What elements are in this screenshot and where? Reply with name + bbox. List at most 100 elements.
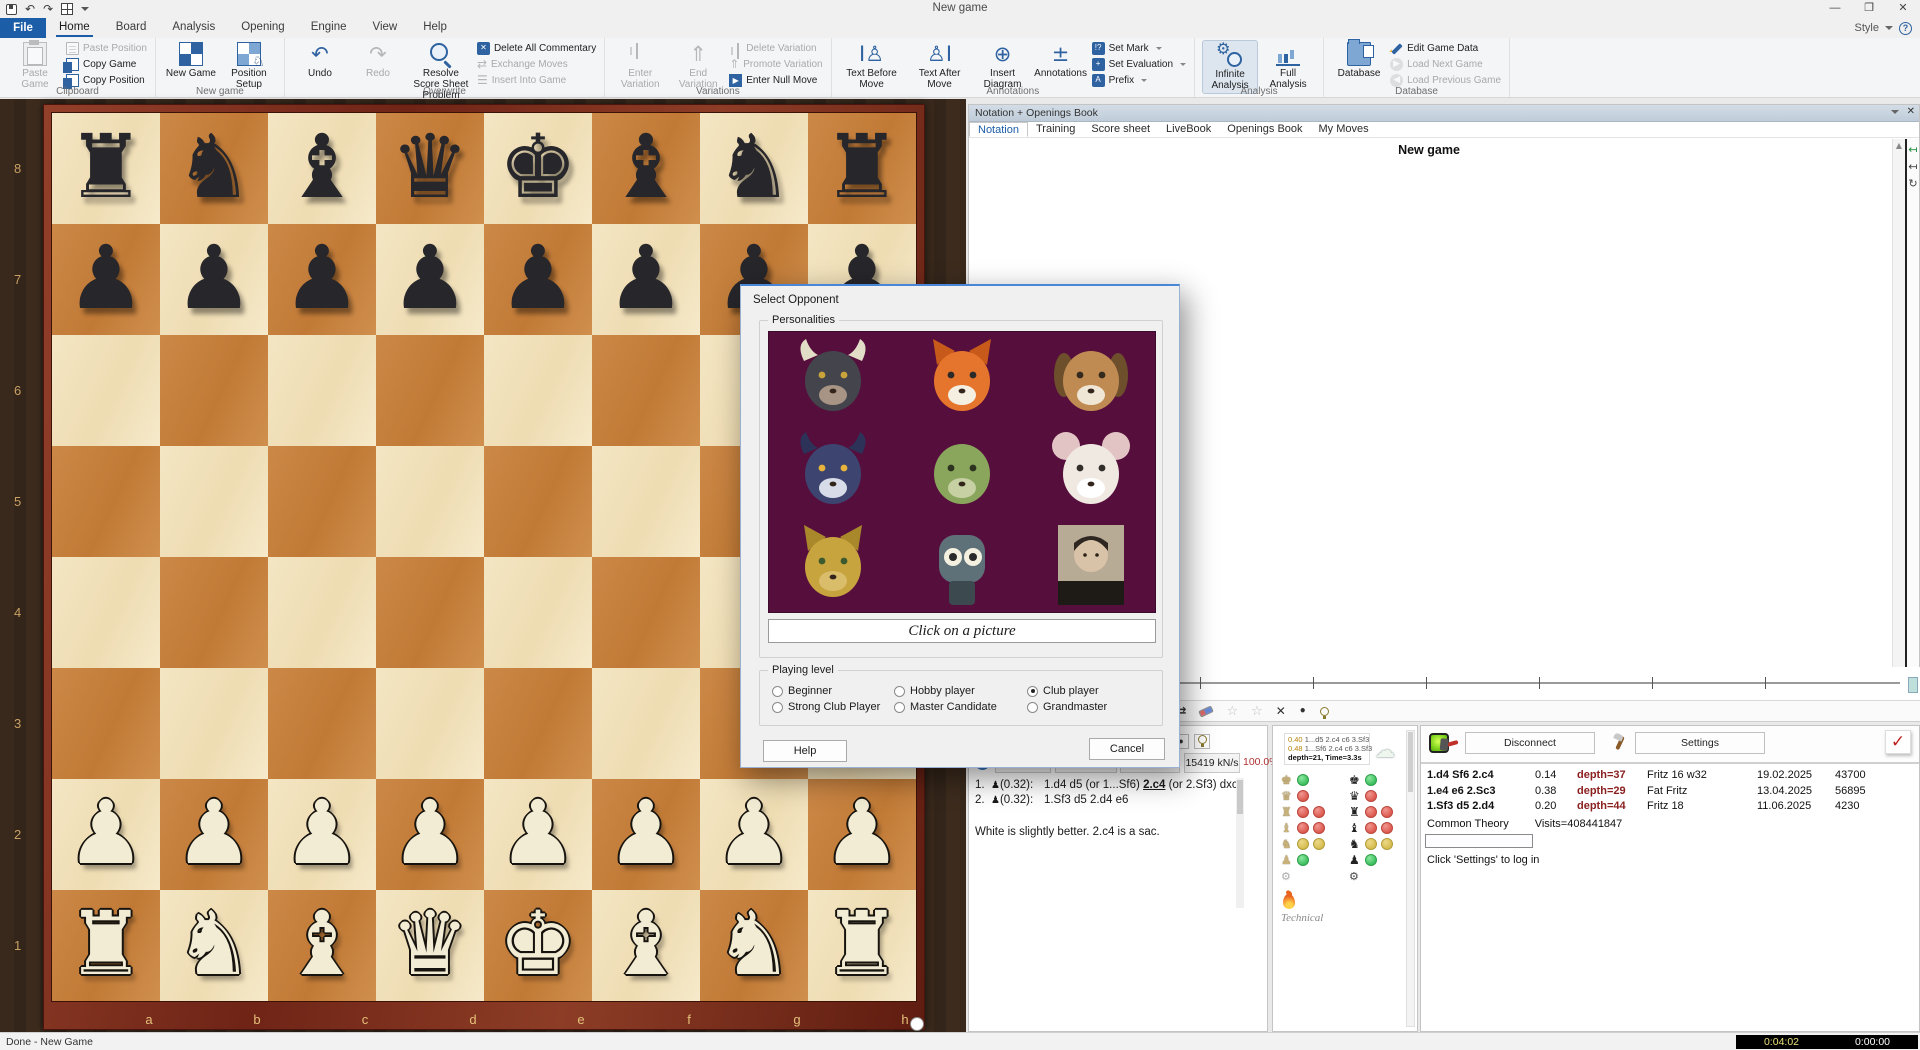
- square-e6[interactable]: [484, 335, 592, 446]
- delete-annotation-icon[interactable]: ✕: [1276, 704, 1286, 718]
- ribbon-button-text-after-move[interactable]: ♙IText After Move: [907, 40, 973, 92]
- square-f3[interactable]: [592, 668, 700, 779]
- ribbon-button-undo[interactable]: ↶Undo: [292, 40, 348, 81]
- square-c5[interactable]: [268, 446, 376, 557]
- black-piece[interactable]: ♟: [376, 224, 484, 332]
- star-plus-icon[interactable]: ☆: [1251, 704, 1263, 719]
- square-e5[interactable]: [484, 446, 592, 557]
- square-c1[interactable]: ♝: [268, 890, 376, 1001]
- tab-livebook[interactable]: LiveBook: [1158, 122, 1219, 137]
- close-button[interactable]: ✕: [1886, 0, 1920, 17]
- menu-tab-view[interactable]: View: [360, 18, 411, 38]
- ribbon-button-enter-variation[interactable]: Enter Variation: [612, 40, 668, 92]
- square-a5[interactable]: [52, 446, 160, 557]
- square-g1[interactable]: ♞: [700, 890, 808, 1001]
- style-selector[interactable]: Style ?: [1855, 18, 1912, 38]
- ribbon-button-delete-variation[interactable]: Delete Variation: [729, 41, 822, 56]
- takeback-arrow-icon[interactable]: ↤: [1907, 143, 1919, 156]
- square-f2[interactable]: ♟: [592, 779, 700, 890]
- piece-pane-scrollbar[interactable]: [1406, 730, 1415, 1027]
- rotate-icon[interactable]: ↻: [1907, 177, 1919, 190]
- black-piece[interactable]: ♝: [592, 113, 700, 221]
- black-piece[interactable]: ♟: [484, 224, 592, 332]
- ribbon-button-edit-game-data[interactable]: Edit Game Data: [1390, 41, 1501, 56]
- menu-tab-board[interactable]: Board: [103, 18, 160, 38]
- white-piece[interactable]: ♟: [484, 779, 592, 887]
- ribbon-button-paste-position[interactable]: Paste Position: [66, 41, 147, 56]
- square-d1[interactable]: ♛: [376, 890, 484, 1001]
- square-c2[interactable]: ♟: [268, 779, 376, 890]
- black-piece[interactable]: ♜: [808, 113, 916, 221]
- minimize-button[interactable]: —: [1818, 0, 1852, 17]
- white-piece[interactable]: ♝: [592, 890, 700, 998]
- ribbon-button-paste-game[interactable]: Paste Game: [7, 40, 63, 92]
- engine-scrollbar[interactable]: [1236, 778, 1244, 908]
- square-b2[interactable]: ♟: [160, 779, 268, 890]
- square-a1[interactable]: ♜: [52, 890, 160, 1001]
- square-e3[interactable]: [484, 668, 592, 779]
- square-b4[interactable]: [160, 557, 268, 668]
- square-g2[interactable]: ♟: [700, 779, 808, 890]
- ribbon-button-full-analysis[interactable]: Full Analysis: [1260, 40, 1316, 92]
- tab-training[interactable]: Training: [1028, 122, 1083, 137]
- white-piece[interactable]: ♟: [52, 779, 160, 887]
- avatar-gentleman[interactable]: [1048, 521, 1134, 609]
- white-piece[interactable]: ♞: [700, 890, 808, 998]
- square-d2[interactable]: ♟: [376, 779, 484, 890]
- notation-scrollbar[interactable]: ▲: [1892, 139, 1905, 719]
- black-piece[interactable]: ♞: [160, 113, 268, 221]
- black-piece[interactable]: ♟: [592, 224, 700, 332]
- star-icon[interactable]: ☆: [1226, 704, 1238, 719]
- file-menu-button[interactable]: File: [0, 18, 46, 38]
- tab-score-sheet[interactable]: Score sheet: [1083, 122, 1158, 137]
- white-piece[interactable]: ♛: [376, 890, 484, 998]
- square-a8[interactable]: ♜: [52, 113, 160, 224]
- livebook-move-table[interactable]: 1.d4 Sf6 2.c40.14depth=37Fritz 16 w3219.…: [1427, 768, 1895, 815]
- ribbon-button-promote-variation[interactable]: ⇑Promote Variation: [729, 57, 822, 72]
- avatar-fox[interactable]: [919, 335, 1005, 423]
- black-piece[interactable]: ♟: [52, 224, 160, 332]
- engine-line[interactable]: 2.♟ (0.32):1.Sf3 d5 2.d4 e6: [969, 793, 1237, 808]
- radio-icon[interactable]: [1027, 702, 1038, 713]
- square-a7[interactable]: ♟: [52, 224, 160, 335]
- help-icon[interactable]: ?: [1899, 22, 1912, 35]
- square-d3[interactable]: [376, 668, 484, 779]
- black-piece[interactable]: ♞: [700, 113, 808, 221]
- white-piece[interactable]: ♜: [808, 890, 916, 998]
- radio-hobby-player[interactable]: Hobby player: [894, 683, 1027, 699]
- square-b1[interactable]: ♞: [160, 890, 268, 1001]
- ribbon-button-position-setup[interactable]: Position Setup: [221, 40, 277, 92]
- square-h1[interactable]: ♜: [808, 890, 916, 1001]
- black-piece[interactable]: ♟: [268, 224, 376, 332]
- radio-master-candidate[interactable]: Master Candidate: [894, 699, 1027, 715]
- radio-icon[interactable]: [772, 686, 783, 697]
- square-c7[interactable]: ♟: [268, 224, 376, 335]
- square-d8[interactable]: ♛: [376, 113, 484, 224]
- black-piece[interactable]: ♝: [268, 113, 376, 221]
- white-piece[interactable]: ♟: [268, 779, 376, 887]
- menu-tab-help[interactable]: Help: [410, 18, 460, 38]
- eraser-icon[interactable]: [1199, 705, 1215, 717]
- chevron-down-icon[interactable]: [1180, 63, 1186, 66]
- white-piece[interactable]: ♟: [700, 779, 808, 887]
- square-b6[interactable]: [160, 335, 268, 446]
- square-a2[interactable]: ♟: [52, 779, 160, 890]
- ribbon-button-redo[interactable]: ↷Redo: [350, 40, 406, 81]
- ribbon-button-insert-diagram[interactable]: ⊕Insert Diagram: [975, 40, 1031, 92]
- square-b8[interactable]: ♞: [160, 113, 268, 224]
- square-c6[interactable]: [268, 335, 376, 446]
- square-f7[interactable]: ♟: [592, 224, 700, 335]
- engine-hint-bulb-icon[interactable]: [1194, 734, 1210, 749]
- dot-icon[interactable]: •: [1299, 704, 1307, 718]
- square-a3[interactable]: [52, 668, 160, 779]
- white-piece[interactable]: ♜: [52, 890, 160, 998]
- white-piece[interactable]: ♚: [484, 890, 592, 998]
- chevron-down-icon[interactable]: [1141, 79, 1147, 82]
- ribbon-button-delete-all-commentary[interactable]: Delete All Commentary: [477, 41, 596, 56]
- avatar-cat[interactable]: [790, 521, 876, 609]
- square-a6[interactable]: [52, 335, 160, 446]
- back-arrow-icon[interactable]: ↤: [1907, 160, 1919, 173]
- engine-lines[interactable]: 1.♟ (0.32):1.d4 d5 (or 1...Sf6) 2.c4 (or…: [969, 778, 1237, 808]
- radio-grandmaster[interactable]: Grandmaster: [1027, 699, 1107, 715]
- panel-menu-icon[interactable]: [1891, 110, 1899, 114]
